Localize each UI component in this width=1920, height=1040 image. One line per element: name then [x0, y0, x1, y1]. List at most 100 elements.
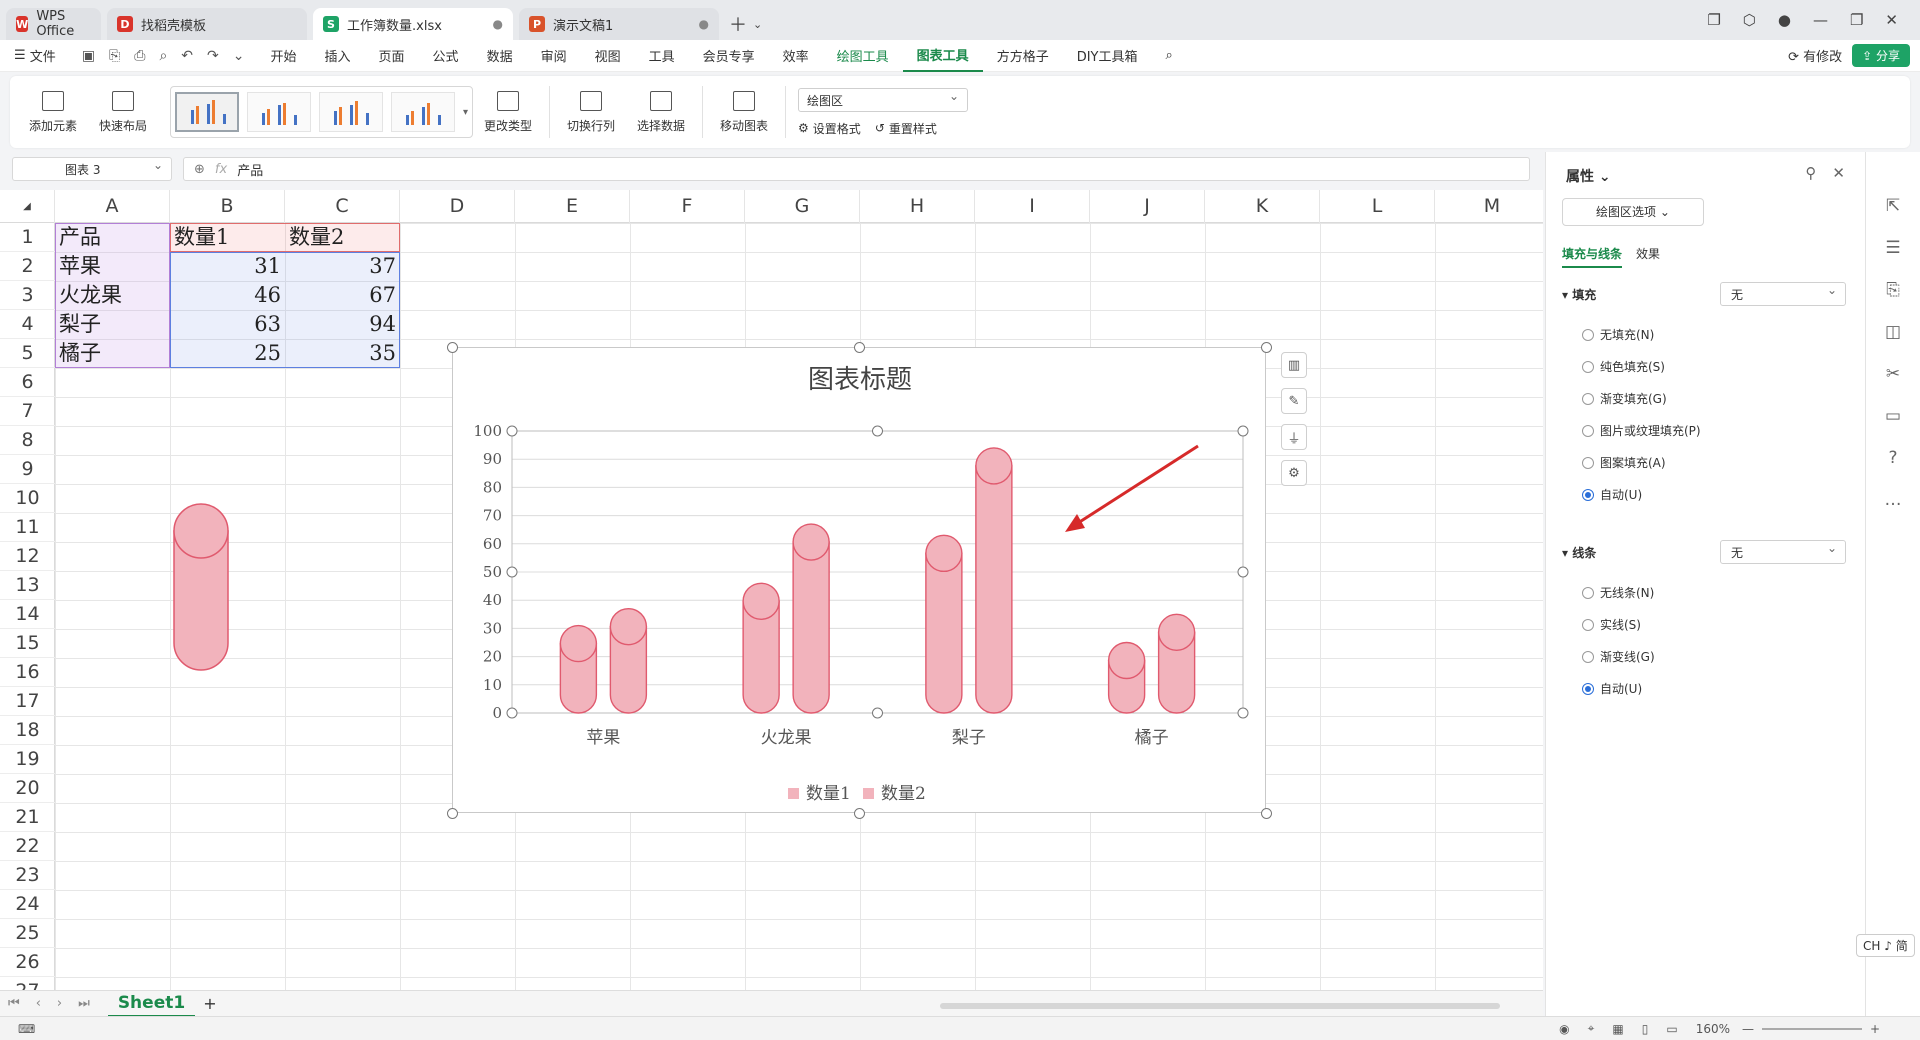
y-tick-label[interactable]: 100	[473, 422, 502, 440]
properties-icon[interactable]: ☰	[1885, 238, 1900, 258]
restore-icon[interactable]: ❐	[1707, 11, 1720, 29]
name-box[interactable]: 图表 3	[12, 157, 172, 181]
tab-document[interactable]: P 演示文稿1 ●	[519, 8, 719, 40]
row-header[interactable]: 24	[0, 890, 55, 919]
radio-option[interactable]: 渐变线(G)	[1582, 648, 1655, 665]
fill-dropdown[interactable]: 无	[1720, 282, 1846, 306]
plot-area-handle[interactable]	[872, 425, 883, 437]
row-header[interactable]: 26	[0, 948, 55, 977]
bar-数量1[interactable]	[925, 552, 963, 714]
maximize-button[interactable]: ❐	[1850, 11, 1863, 29]
row-header[interactable]: 2	[0, 252, 55, 281]
chart-style-thumb[interactable]	[247, 92, 311, 132]
book-icon[interactable]: ▭	[1885, 406, 1901, 426]
plot-area-handle[interactable]	[506, 425, 518, 437]
tab-document[interactable]: S 工作簿数量.xlsx ●	[313, 8, 513, 40]
zoom-out-icon[interactable]: —	[1742, 1022, 1754, 1036]
y-tick-label[interactable]: 20	[483, 648, 502, 666]
tab-fill-line[interactable]: 填充与线条	[1562, 245, 1623, 268]
zoom-slider[interactable]	[1761, 1027, 1862, 1030]
line-dropdown[interactable]: 无	[1720, 540, 1846, 564]
menu-item[interactable]: 效率	[769, 40, 823, 72]
search-icon[interactable]: ⌕	[1152, 40, 1187, 72]
radio-circle[interactable]	[1582, 650, 1594, 663]
radio-option[interactable]: 无填充(N)	[1582, 326, 1654, 343]
sheet-tab[interactable]: Sheet1	[107, 991, 196, 1017]
legend-swatch[interactable]	[788, 788, 799, 799]
menu-item[interactable]: 会员专享	[689, 40, 769, 72]
normal-view-icon[interactable]: ▦	[1612, 1022, 1623, 1036]
y-tick-label[interactable]: 10	[483, 676, 502, 694]
table-cell[interactable]: 梨子	[55, 310, 170, 339]
table-cell[interactable]: 94	[285, 310, 400, 339]
bar-数量2[interactable]	[975, 465, 1013, 714]
row-header[interactable]: 15	[0, 629, 55, 658]
row-header[interactable]: 22	[0, 832, 55, 861]
column-header[interactable]: H	[860, 190, 975, 223]
chart-style-brush-icon[interactable]: ✎	[1281, 388, 1307, 414]
add-element-button[interactable]: 添加元素	[18, 80, 88, 144]
legend-swatch[interactable]	[863, 788, 874, 799]
next-sheet-icon[interactable]: ›	[49, 996, 70, 1011]
column-header[interactable]: A	[55, 190, 170, 223]
row-header[interactable]: 17	[0, 687, 55, 716]
radio-circle[interactable]	[1582, 360, 1594, 373]
share-button[interactable]: ⇪ 分享	[1852, 44, 1910, 67]
close-window-button[interactable]: ✕	[1885, 11, 1898, 29]
x-category-label[interactable]: 苹果	[586, 728, 620, 748]
more-icon[interactable]: …	[1885, 490, 1902, 510]
radio-circle[interactable]	[1582, 618, 1594, 631]
row-header[interactable]: 3	[0, 281, 55, 310]
radio-circle[interactable]	[1582, 424, 1594, 437]
avatar[interactable]: ●	[1778, 11, 1791, 29]
radio-option[interactable]: 渐变填充(G)	[1582, 390, 1667, 407]
page-break-icon[interactable]: ▭	[1666, 1022, 1677, 1036]
chart-element-select[interactable]: 绘图区	[798, 87, 969, 112]
y-tick-label[interactable]: 40	[483, 591, 502, 609]
fx-icon[interactable]: fx	[215, 162, 237, 177]
horizontal-scrollbar[interactable]	[940, 1003, 1500, 1009]
row-header[interactable]: 6	[0, 368, 55, 397]
resize-handle[interactable]	[854, 342, 865, 353]
column-header[interactable]: I	[975, 190, 1090, 223]
row-header[interactable]: 12	[0, 542, 55, 571]
menu-item[interactable]: 工具	[635, 40, 689, 72]
plot-area-handle[interactable]	[506, 566, 518, 578]
plot-area-handle[interactable]	[1237, 707, 1249, 719]
radio-circle[interactable]	[1582, 392, 1594, 405]
move-chart-button[interactable]: 移动图表	[709, 80, 779, 144]
menu-item[interactable]: 页面	[365, 40, 419, 72]
menu-item[interactable]: DIY工具箱	[1063, 40, 1152, 72]
chart-style-thumb[interactable]	[391, 92, 455, 132]
row-header[interactable]: 1	[0, 223, 55, 252]
chart-settings-icon[interactable]: ⚙	[1281, 460, 1307, 486]
bar-cap-数量2[interactable]	[792, 523, 830, 561]
table-cell[interactable]: 数量2	[285, 223, 400, 252]
tab-close-icon[interactable]: ●	[699, 17, 709, 31]
column-header[interactable]: L	[1320, 190, 1435, 223]
tab-document[interactable]: D 找稻壳模板	[107, 8, 307, 40]
y-tick-label[interactable]: 60	[483, 535, 502, 553]
select-pointer-icon[interactable]: ⇱	[1886, 196, 1900, 216]
radio-option[interactable]: 自动(U)	[1582, 486, 1642, 503]
pin-icon[interactable]: ⚲	[1805, 164, 1816, 182]
row-header[interactable]: 4	[0, 310, 55, 339]
bar-cap-数量2[interactable]	[1157, 613, 1196, 651]
resize-handle[interactable]	[1261, 808, 1272, 819]
minimize-button[interactable]: —	[1813, 11, 1828, 29]
plot-area-handle[interactable]	[872, 707, 883, 719]
switch-rowcol-button[interactable]: 切换行列	[556, 80, 626, 144]
save-icon[interactable]: ▣	[82, 48, 95, 64]
add-sheet-button[interactable]: +	[195, 994, 224, 1013]
chart-filter-icon[interactable]: ⏚	[1281, 424, 1307, 450]
tab-document[interactable]: W WPS Office	[6, 8, 101, 40]
plot-area-options-button[interactable]: 绘图区选项 ⌄	[1562, 198, 1704, 226]
y-tick-label[interactable]: 0	[492, 704, 502, 722]
row-header[interactable]: 27	[0, 977, 55, 990]
line-section-header[interactable]: ▾ 线条	[1562, 544, 1596, 561]
chart-style-thumb[interactable]	[175, 92, 239, 132]
zoom-icon[interactable]: ⊕	[184, 162, 215, 177]
chart-style-thumb[interactable]	[319, 92, 383, 132]
macro-icon[interactable]: ⌨	[18, 1022, 35, 1036]
redo-icon[interactable]: ↷	[207, 48, 219, 64]
